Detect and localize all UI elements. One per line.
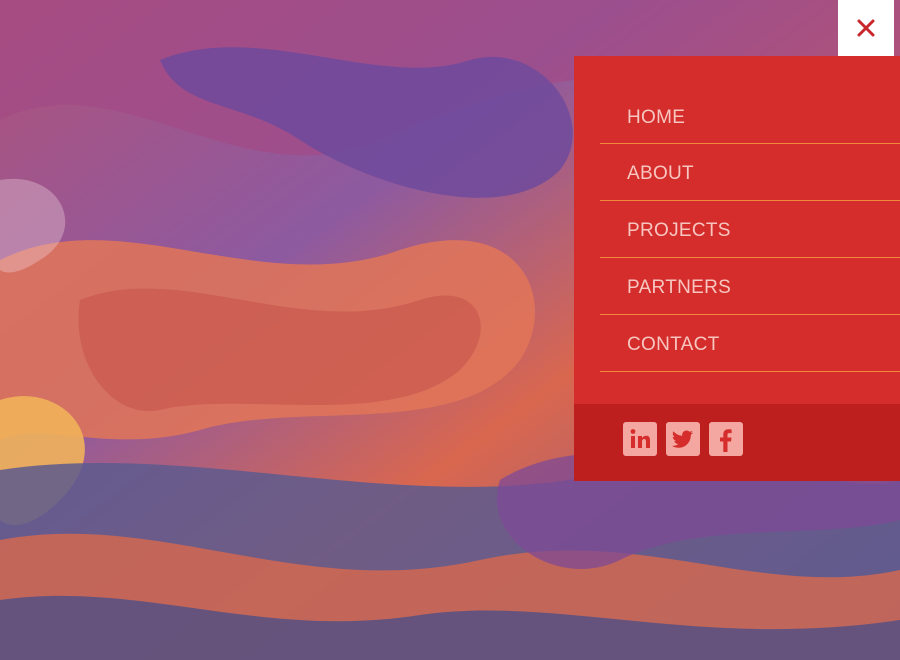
facebook-link[interactable]: [709, 422, 743, 456]
linkedin-icon: [630, 429, 650, 448]
nav-item-projects[interactable]: PROJECTS: [600, 201, 900, 258]
nav-item-label: HOME: [627, 106, 686, 128]
nav-item-label: PROJECTS: [627, 220, 731, 241]
nav-item-label: ABOUT: [627, 163, 694, 184]
close-icon: [857, 19, 875, 37]
nav-item-label: CONTACT: [627, 334, 720, 355]
close-menu-button[interactable]: [838, 0, 894, 56]
social-links-bar: [574, 404, 900, 481]
twitter-link[interactable]: [666, 422, 700, 456]
nav-item-partners[interactable]: PARTNERS: [600, 258, 900, 315]
linkedin-link[interactable]: [623, 422, 657, 456]
nav-item-contact[interactable]: CONTACT: [600, 315, 900, 372]
nav-item-label: PARTNERS: [627, 277, 732, 298]
page: HOME ABOUT PROJECTS PARTNERS CONTACT: [0, 0, 900, 660]
navigation-menu-panel: HOME ABOUT PROJECTS PARTNERS CONTACT: [574, 56, 900, 481]
nav-item-home[interactable]: HOME: [600, 88, 900, 144]
nav-item-about[interactable]: ABOUT: [600, 144, 900, 201]
nav-menu-list: HOME ABOUT PROJECTS PARTNERS CONTACT: [600, 88, 900, 372]
facebook-icon: [720, 429, 732, 452]
twitter-icon: [671, 430, 693, 448]
